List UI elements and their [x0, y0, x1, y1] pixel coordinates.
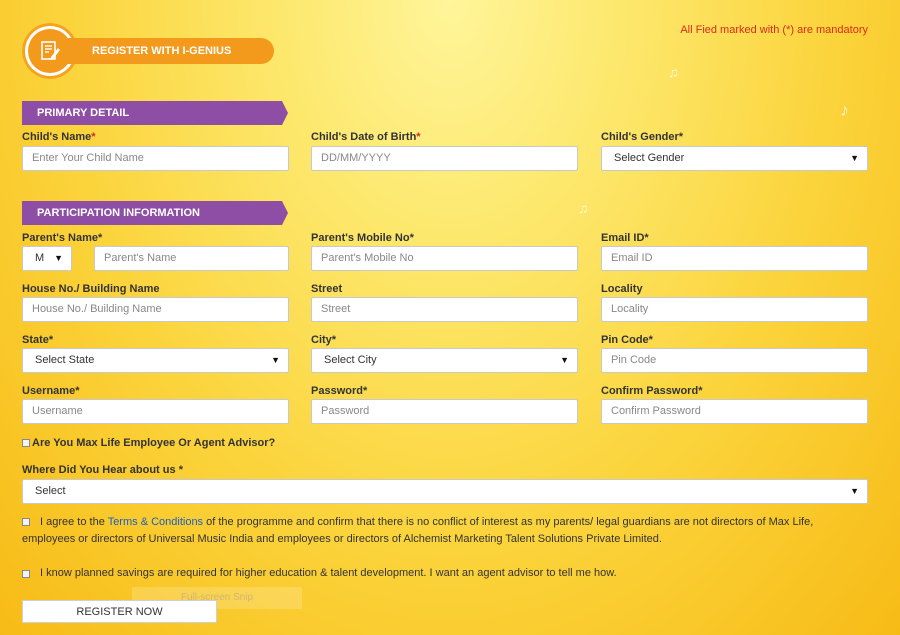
mandatory-note: All Fied marked with (*) are mandatory — [680, 24, 868, 36]
pincode-input[interactable]: Pin Code — [601, 348, 868, 373]
password-input[interactable]: Password — [311, 399, 578, 424]
house-input[interactable]: House No./ Building Name — [22, 297, 289, 322]
street-label: Street — [311, 283, 343, 295]
pincode-label: Pin Code* — [601, 334, 653, 346]
username-input[interactable]: Username — [22, 399, 289, 424]
register-now-button[interactable]: REGISTER NOW — [22, 600, 217, 623]
employee-question-row: Are You Max Life Employee Or Agent Advis… — [22, 437, 275, 449]
hear-selected-value: Select — [35, 485, 66, 497]
city-selected-value: Select City — [324, 354, 377, 366]
dob-input[interactable]: DD/MM/YYYY — [311, 146, 578, 171]
register-header-badge: REGISTER WITH I-GENIUS — [22, 23, 274, 79]
street-input[interactable]: Street — [311, 297, 578, 322]
child-name-input[interactable]: Enter Your Child Name — [22, 146, 289, 171]
state-selected-value: Select State — [35, 354, 95, 366]
hear-select[interactable]: Select ▼ — [22, 479, 868, 504]
house-label: House No./ Building Name — [22, 283, 160, 295]
locality-label: Locality — [601, 283, 643, 295]
savings-checkbox[interactable] — [22, 570, 30, 578]
gender-select[interactable]: Select Gender ▼ — [601, 146, 868, 171]
parent-name-label: Parent's Name* — [22, 232, 103, 244]
chevron-down-icon: ▼ — [54, 253, 63, 263]
mobile-label: Parent's Mobile No* — [311, 232, 414, 244]
title-selected-value: M — [35, 252, 45, 264]
state-label: State* — [22, 334, 54, 346]
title-select[interactable]: M ▼ — [22, 246, 72, 271]
terms-text: I agree to the Terms & Conditions of the… — [22, 516, 814, 545]
hear-label: Where Did You Hear about us * — [22, 464, 183, 476]
chevron-down-icon: ▼ — [560, 355, 569, 365]
gender-selected-value: Select Gender — [614, 152, 685, 164]
parent-name-input[interactable]: Parent's Name — [94, 246, 289, 271]
child-name-label: Child's Name* — [22, 131, 96, 143]
chevron-down-icon: ▼ — [271, 355, 280, 365]
gender-label: Child's Gender* — [601, 131, 684, 143]
section-primary-detail: PRIMARY DETAIL — [22, 101, 288, 125]
mobile-input[interactable]: Parent's Mobile No — [311, 246, 578, 271]
confirm-password-input[interactable]: Confirm Password — [601, 399, 868, 424]
header-title: REGISTER WITH I-GENIUS — [64, 38, 274, 64]
password-label: Password* — [311, 385, 368, 397]
music-note-icon: ♫ — [668, 64, 679, 80]
section-participation-information: PARTICIPATION INFORMATION — [22, 201, 288, 225]
terms-link[interactable]: Terms & Conditions — [108, 516, 203, 528]
confirm-password-label: Confirm Password* — [601, 385, 703, 397]
state-select[interactable]: Select State ▼ — [22, 348, 289, 373]
username-label: Username* — [22, 385, 80, 397]
dob-label: Child's Date of Birth* — [311, 131, 421, 143]
locality-input[interactable]: Locality — [601, 297, 868, 322]
city-label: City* — [311, 334, 337, 346]
chevron-down-icon: ▼ — [850, 153, 859, 163]
employee-question-label: Are You Max Life Employee Or Agent Advis… — [32, 437, 276, 449]
city-select[interactable]: Select City ▼ — [311, 348, 578, 373]
email-label: Email ID* — [601, 232, 649, 244]
music-note-icon: ♪ — [840, 100, 849, 120]
email-input[interactable]: Email ID — [601, 246, 868, 271]
music-note-icon: ♫ — [578, 200, 589, 216]
chevron-down-icon: ▼ — [850, 486, 859, 496]
employee-checkbox[interactable] — [22, 439, 30, 447]
savings-note: I know planned savings are required for … — [40, 567, 617, 579]
